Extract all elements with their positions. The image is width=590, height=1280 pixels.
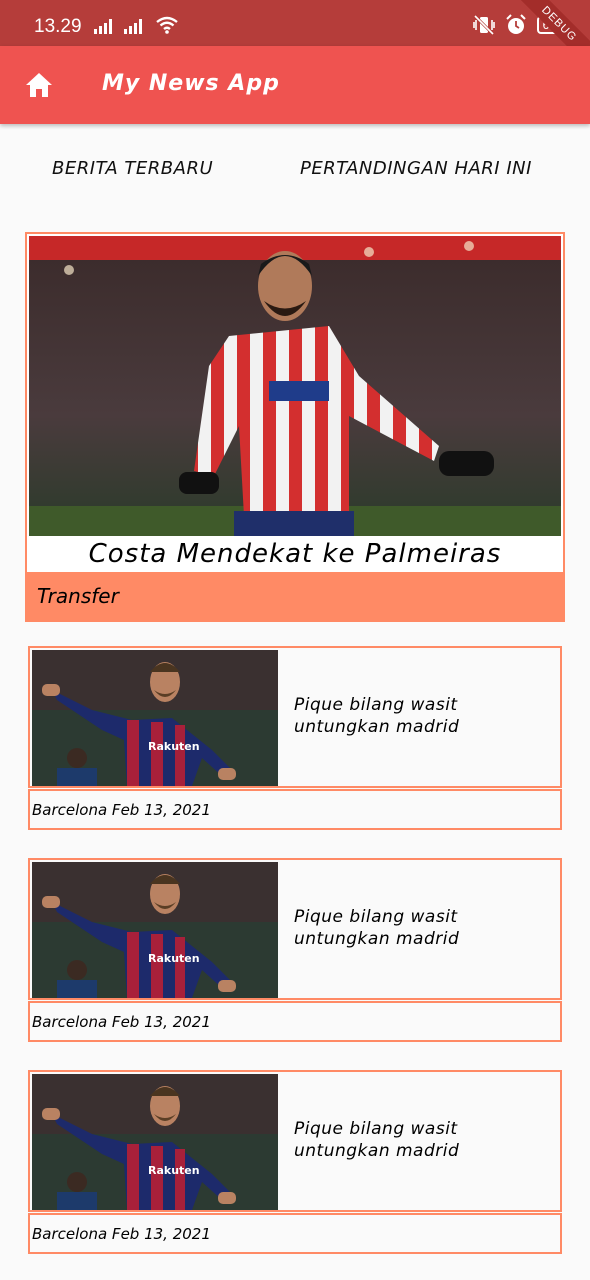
svg-text:Rakuten: Rakuten [148, 1164, 200, 1177]
app-bar: My News App [0, 46, 590, 124]
status-bar: 13.29 65 DEBUG [0, 0, 590, 78]
news-thumbnail: Rakuten [32, 1074, 278, 1210]
news-meta: Barcelona Feb 13, 2021 [28, 1001, 562, 1042]
featured-article-image [29, 236, 561, 536]
vibrate-icon [472, 15, 495, 35]
featured-article-category: Transfer [27, 572, 563, 620]
signal-icon [94, 18, 112, 34]
news-meta: Barcelona Feb 13, 2021 [28, 1213, 562, 1254]
featured-article-title: Costa Mendekat ke Palmeiras [27, 536, 563, 572]
news-meta-text: Barcelona Feb 13, 2021 [32, 1013, 211, 1031]
signal-icon-2 [124, 18, 142, 34]
news-list-item[interactable]: Rakuten Pique bilang wasit untungkan mad… [28, 1070, 562, 1256]
news-card: Rakuten Pique bilang wasit untungkan mad… [28, 1070, 562, 1212]
app-title: My News App [102, 71, 280, 96]
tab-latest-news[interactable]: BERITA TERBARU [52, 158, 213, 179]
wifi-icon [156, 16, 178, 34]
home-icon[interactable] [22, 68, 56, 102]
news-meta: Barcelona Feb 13, 2021 [28, 789, 562, 830]
news-title: Pique bilang wasit untungkan madrid [294, 695, 460, 737]
tab-bar: BERITA TERBARU PERTANDINGAN HARI INI [0, 150, 590, 190]
svg-text:Rakuten: Rakuten [148, 952, 200, 965]
news-thumbnail: Rakuten [32, 650, 278, 786]
svg-text:Rakuten: Rakuten [148, 740, 200, 753]
news-card: Rakuten Pique bilang wasit untungkan mad… [28, 858, 562, 1000]
news-title: Pique bilang wasit untungkan madrid [294, 1119, 460, 1161]
alarm-icon [505, 14, 526, 34]
featured-article-card[interactable]: Costa Mendekat ke Palmeiras Transfer [25, 232, 565, 622]
news-thumbnail: Rakuten [32, 862, 278, 998]
news-list-item[interactable]: Rakuten Pique bilang wasit untungkan mad… [28, 858, 562, 1044]
news-card: Rakuten Pique bilang wasit untungkan mad… [28, 646, 562, 788]
news-meta-text: Barcelona Feb 13, 2021 [32, 1225, 211, 1243]
tab-todays-matches[interactable]: PERTANDINGAN HARI INI [300, 158, 532, 179]
news-title: Pique bilang wasit untungkan madrid [294, 907, 460, 949]
status-time: 13.29 [34, 16, 82, 37]
news-meta-text: Barcelona Feb 13, 2021 [32, 801, 211, 819]
news-list-item[interactable]: Rakuten Pique bilang wasit untungkan mad… [28, 646, 562, 832]
category-label: Transfer [37, 584, 119, 608]
